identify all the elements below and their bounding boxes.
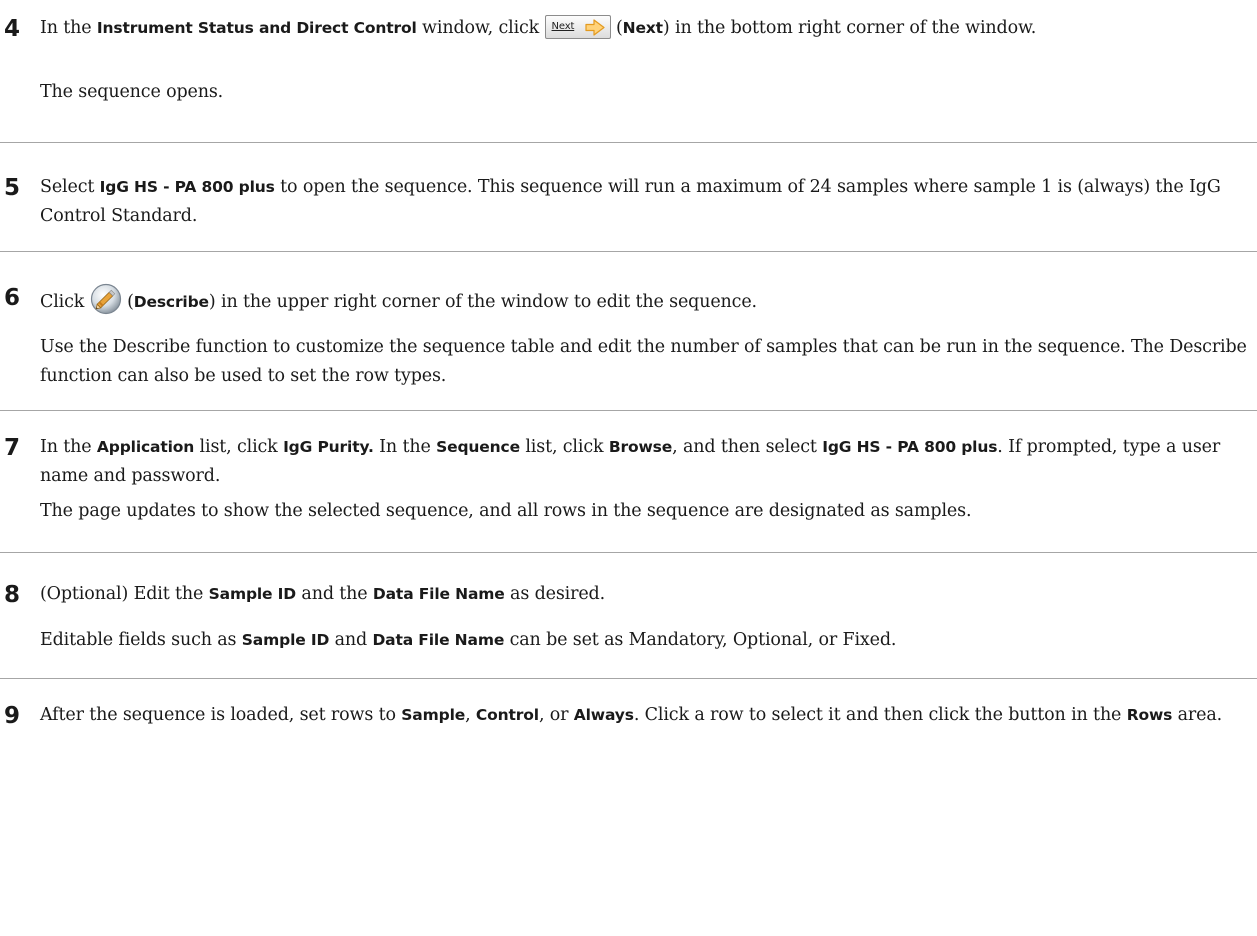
step-number: 4 xyxy=(4,16,21,42)
step-number: 8 xyxy=(4,582,21,608)
divider xyxy=(0,251,1257,252)
next-button-label: Next xyxy=(551,21,575,32)
step-instruction: After the sequence is loaded, set rows t… xyxy=(40,705,1223,725)
next-button[interactable]: Next xyxy=(544,15,611,39)
step-instruction: Select IgG HS - PA 800 plus to open the … xyxy=(40,177,1221,226)
step-instruction: Click (Describe) in the upper right corn… xyxy=(40,283,1254,317)
divider xyxy=(0,142,1257,143)
window-name: Instrument Status and Direct Control xyxy=(96,19,417,37)
sequence-name: IgG HS - PA 800 plus xyxy=(99,178,275,196)
step-result: Editable fields such as Sample ID and Da… xyxy=(40,630,897,650)
step-instruction: In the Instrument Status and Direct Cont… xyxy=(40,14,1254,43)
divider xyxy=(0,678,1257,679)
step-number: 9 xyxy=(4,703,21,729)
step-instruction: (Optional) Edit the Sample ID and the Da… xyxy=(40,584,605,604)
step-number: 6 xyxy=(4,285,21,311)
describe-button[interactable] xyxy=(90,283,122,315)
arrow-right-icon xyxy=(584,19,605,36)
divider xyxy=(0,552,1257,553)
step-number: 5 xyxy=(4,175,21,201)
step-number: 7 xyxy=(4,435,21,461)
divider xyxy=(0,410,1257,411)
step-result: The page updates to show the selected se… xyxy=(40,501,972,521)
step-instruction: In the Application list, click IgG Purit… xyxy=(40,437,1221,486)
step-result: The sequence opens. xyxy=(40,82,224,102)
step-result: Use the Describe function to customize t… xyxy=(40,337,1247,386)
pencil-describe-icon xyxy=(90,283,121,315)
